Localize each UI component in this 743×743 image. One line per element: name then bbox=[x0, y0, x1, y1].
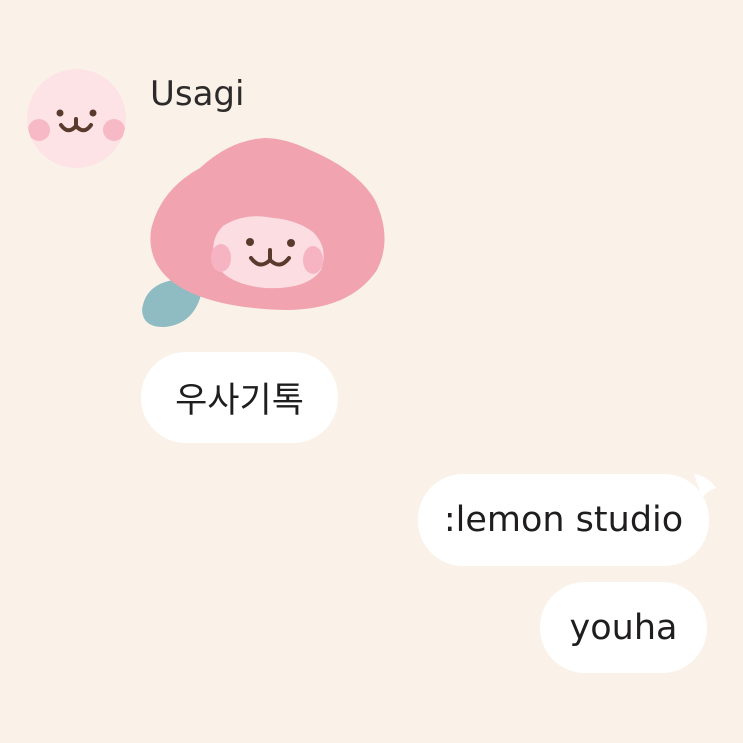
peach-sticker-icon bbox=[142, 138, 385, 328]
outgoing-message-bubble[interactable]: youha bbox=[540, 582, 707, 673]
sender-avatar[interactable] bbox=[27, 69, 126, 168]
outgoing-message-bubble[interactable]: :lemon studio bbox=[418, 474, 709, 566]
message-text: youha bbox=[569, 607, 678, 648]
peach-bunny-sticker[interactable] bbox=[135, 130, 390, 335]
bunny-face-icon bbox=[28, 109, 125, 141]
chat-view: Usagi 우사기톡 :lemon studio youha bbox=[0, 0, 743, 743]
incoming-message-bubble[interactable]: 우사기톡 bbox=[141, 352, 338, 443]
message-text: :lemon studio bbox=[443, 500, 684, 540]
sender-name: Usagi bbox=[150, 74, 245, 114]
message-text: 우사기톡 bbox=[175, 381, 304, 421]
